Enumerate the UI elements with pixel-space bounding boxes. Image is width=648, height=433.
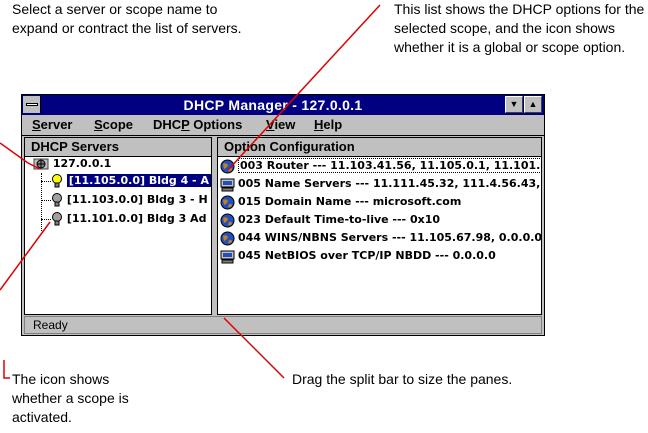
server-icon — [33, 158, 49, 170]
server-name: 127.0.0.1 — [52, 157, 112, 170]
scope-option-icon — [220, 178, 235, 191]
menu-view[interactable]: View — [266, 117, 295, 132]
globe-icon — [220, 195, 235, 209]
system-menu-icon — [26, 103, 38, 106]
callout-scope-icon: The icon shows whether a scope is activa… — [12, 371, 129, 425]
maximize-button[interactable]: ▲ — [524, 96, 542, 113]
tree-scope-node[interactable]: [11.105.0.0] Bldg 4 - A — [51, 173, 211, 189]
option-text: 015 Domain Name --- microsoft.com — [238, 195, 462, 208]
tree-connector — [41, 219, 51, 221]
option-row[interactable]: 023 Default Time-to-live --- 0x10 — [220, 211, 440, 229]
scope-label: [11.101.0.0] Bldg 3 Ad — [66, 212, 207, 225]
system-menu-button[interactable] — [23, 96, 41, 113]
dhcp-servers-pane[interactable]: DHCP Servers 127.0.0.1 [11.105.0.0] Bldg… — [24, 137, 212, 315]
tree-connector — [41, 200, 51, 202]
option-row[interactable]: 015 Domain Name --- microsoft.com — [220, 193, 461, 211]
active-scope-bulb-icon — [52, 174, 62, 188]
globe-icon — [220, 213, 235, 227]
dhcp-servers-header: DHCP Servers — [25, 138, 211, 157]
window-title: DHCP Manager - 127.0.0.1 — [183, 97, 363, 113]
option-text: 023 Default Time-to-live --- 0x10 — [238, 213, 441, 226]
status-bar: Ready — [24, 316, 542, 334]
callout-line-icon-tail — [3, 360, 10, 379]
tree-scope-node[interactable]: [11.103.0.0] Bldg 3 - H — [51, 192, 208, 208]
callout-options-list: This list shows the DHCP options for the… — [394, 1, 645, 55]
option-row[interactable]: 005 Name Servers --- 11.111.45.32, 111.4… — [220, 175, 542, 193]
option-row[interactable]: 045 NetBIOS over TCP/IP NBDD --- 0.0.0.0 — [220, 247, 496, 265]
option-row[interactable]: 044 WINS/NBNS Servers --- 11.105.67.98, … — [220, 229, 542, 247]
tree-scope-node[interactable]: [11.101.0.0] Bldg 3 Ad — [51, 211, 206, 227]
dhcp-manager-window: DHCP Manager - 127.0.0.1 ▼ ▲ Server Scop… — [21, 94, 545, 336]
option-text: 005 Name Servers --- 11.111.45.32, 111.4… — [238, 177, 542, 190]
title-bar[interactable]: DHCP Manager - 127.0.0.1 ▼ ▲ — [22, 95, 544, 115]
tree-server-node[interactable]: 127.0.0.1 — [33, 156, 111, 172]
menu-help[interactable]: Help — [314, 117, 342, 132]
callout-split-bar: Drag the split bar to size the panes. — [292, 371, 513, 387]
inactive-scope-bulb-icon — [52, 193, 62, 207]
option-configuration-header: Option Configuration — [218, 138, 541, 157]
menu-server[interactable]: Server — [32, 117, 72, 132]
menu-dhcp-options[interactable]: DHCP Options — [153, 117, 242, 132]
callout-server-select: Select a server or scope name to expand … — [12, 1, 242, 36]
option-text: 045 NetBIOS over TCP/IP NBDD --- 0.0.0.0 — [238, 249, 496, 262]
option-configuration-pane[interactable]: Option Configuration 003 Router --- 11.1… — [217, 137, 542, 315]
minimize-button[interactable]: ▼ — [505, 96, 523, 113]
scope-label: [11.105.0.0] Bldg 4 - A — [66, 174, 211, 187]
menu-bar: Server Scope DHCP Options View Help — [22, 115, 544, 136]
globe-icon — [220, 231, 235, 245]
globe-icon — [220, 159, 235, 173]
inactive-scope-bulb-icon — [52, 212, 62, 226]
scope-option-icon — [220, 250, 235, 263]
menu-scope[interactable]: Scope — [94, 117, 133, 132]
scope-label: [11.103.0.0] Bldg 3 - H — [66, 193, 208, 206]
option-row[interactable]: 003 Router --- 11.103.41.56, 11.105.0.1,… — [220, 157, 541, 175]
option-text: 003 Router --- 11.103.41.56, 11.105.0.1,… — [238, 158, 541, 173]
tree-connector — [41, 181, 51, 183]
status-text: Ready — [33, 318, 68, 332]
option-text: 044 WINS/NBNS Servers --- 11.105.67.98, … — [238, 231, 542, 244]
